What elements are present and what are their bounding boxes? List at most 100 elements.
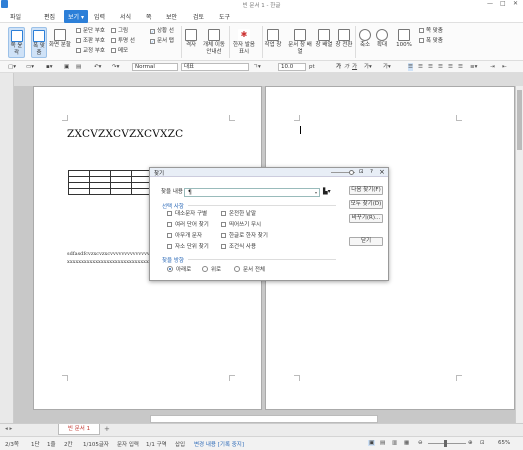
view-page-icon[interactable]: ▦ [404,440,409,446]
arrange-doc-windows-button[interactable]: 문서 창 배열 [286,27,314,58]
open-icon[interactable]: ▭▾ [26,63,34,71]
view-split-icon[interactable]: ▥ [392,440,397,446]
menu-insert[interactable]: 입력 [94,12,105,21]
scrollbar-thumb[interactable] [517,90,522,150]
menu-view[interactable]: 보기 ▾ [64,10,88,23]
minimize-button[interactable]: — [487,0,493,7]
italic-icon[interactable]: 가 [344,63,349,71]
find-all-button[interactable]: 모두 찾기(D) [349,200,383,209]
help-icon[interactable]: ? [370,169,373,175]
check-memo[interactable]: 메모 [111,48,128,55]
undo-icon[interactable]: ↶▾ [94,63,101,71]
menu-edit[interactable]: 편집 [44,12,55,21]
opacity-slider-handle[interactable] [349,170,354,175]
option-hanja-by-hangul[interactable]: 한글로 한자 찾기 [221,233,268,240]
font-size-input[interactable]: 10.0 [278,63,306,71]
table-cell[interactable] [110,188,132,195]
font-type-icon[interactable]: ㄱ▾ [253,63,261,71]
dropdown-icon[interactable]: ▾ [315,189,317,196]
arrange-windows-button[interactable]: 창 배열 [315,27,333,58]
option-wildcard[interactable]: 아무개 문자 [167,233,202,240]
check-transparent-lines[interactable]: 투명 선 [111,38,135,45]
menu-file[interactable]: 파일 [10,12,21,21]
zoom-slider[interactable] [428,443,466,444]
vertical-scrollbar[interactable] [515,86,523,423]
option-match-case[interactable]: 대소문자 구별 [167,211,207,218]
zoom-100-button[interactable]: 100% [395,27,413,58]
maximize-button[interactable]: □ [500,0,506,7]
print-icon[interactable]: ▣ [64,63,69,71]
view-web-icon[interactable]: ▤ [380,440,385,446]
align-center-icon[interactable]: ☰ [428,63,433,71]
menu-review[interactable]: 검토 [193,12,204,21]
option-ignore-spacing[interactable]: 띄어쓰기 무시 [221,222,261,229]
view-normal-icon[interactable]: ▣ [368,440,376,446]
direction-all-radio[interactable]: 문서 전체 [234,266,265,274]
tab-nav-icon[interactable]: ◂ ▸ [5,426,12,432]
split-align-icon[interactable]: ☰ [458,63,463,71]
add-tab-icon[interactable]: + [104,425,110,433]
option-jaso[interactable]: 자소 단위 찾기 [167,244,209,251]
font-color-icon[interactable]: 가▾ [364,63,372,71]
object-guide-button[interactable]: 개체 이동 안내선 [201,27,227,58]
table-cell[interactable] [68,188,90,195]
zoom-out-button[interactable]: 축소 [357,27,373,58]
fit-width-option[interactable]: 폭 맞춤 [419,38,443,45]
highlight-icon[interactable]: 가▾ [383,63,391,71]
font-select[interactable]: 대표 [181,63,249,71]
status-zoom[interactable]: 65% [498,440,510,446]
menu-format[interactable]: 서식 [120,12,131,21]
indent-icon[interactable]: ⇥ [490,63,495,71]
fit-width-button[interactable]: 폭 맞춤 [31,27,47,58]
check-status-line[interactable]: ✓ 상황 선 [150,28,174,35]
table-row[interactable] [68,188,153,195]
find-next-button[interactable]: 다음 찾기(F) [349,186,383,195]
status-insert[interactable]: 삽입 [175,440,185,448]
special-char-icon[interactable]: ▙▾ [323,188,331,195]
option-whole-word[interactable]: 온전한 낱말 [221,211,256,218]
options-icon[interactable]: ⊡ [359,169,364,175]
page-outline-button[interactable]: 쪽 윤곽 [8,27,25,58]
find-input[interactable]: ¶ ▾ [184,188,320,197]
menu-tools[interactable]: 도구 [219,12,230,21]
check-proof-marks[interactable]: 교정 부호 [76,48,105,55]
horizontal-scrollbar[interactable] [150,415,378,423]
option-multiple-words[interactable]: 여러 단어 찾기 [167,222,209,229]
line-spacing-icon[interactable]: ≡▾ [470,63,477,71]
status-track-changes[interactable]: 변경 내용 [기록 중지] [194,440,244,448]
bold-icon[interactable]: 가 [336,63,341,71]
grid-button[interactable]: 격자 [182,27,200,58]
replace-button[interactable]: 바꾸기(R)... [349,214,383,223]
close-window-button[interactable]: ✕ [513,0,518,7]
distribute-icon[interactable]: ☰ [448,63,453,71]
table-cell[interactable] [89,188,111,195]
zoom-fit-icon[interactable]: ⊡ [480,440,485,446]
outdent-icon[interactable]: ⇤ [502,63,507,71]
close-icon[interactable]: × [379,168,385,176]
fit-page-option[interactable]: 쪽 맞춤 [419,28,443,35]
document-tab[interactable]: 빈 문서 1 [58,424,100,435]
check-document-tabs[interactable]: ✓ 문서 탭 [150,38,174,45]
underline-icon[interactable]: 가 [352,63,357,71]
font-size-unit[interactable]: pt [309,63,315,71]
check-control-marks[interactable]: 조판 부호 [76,38,105,45]
split-view-button[interactable]: 화면 분할 [49,27,71,58]
preview-icon[interactable]: ▤ [76,63,81,71]
zoom-slider-handle[interactable] [444,440,447,447]
zoom-minus-icon[interactable]: ⊖ [418,440,423,446]
task-pane-button[interactable]: 작업 창 [264,27,282,58]
close-dialog-button[interactable]: 닫기 [349,237,383,246]
menu-security[interactable]: 보안 [166,12,177,21]
direction-up-radio[interactable]: 위로 [202,266,221,274]
check-paragraph-marks[interactable]: 문단 부호 [76,28,105,35]
zoom-plus-icon[interactable]: ⊕ [468,440,473,446]
direction-down-radio[interactable]: 아래로 [167,266,191,274]
new-doc-icon[interactable]: ▢▾ [8,63,16,71]
option-regex[interactable]: 조건식 사용 [221,244,256,251]
save-icon[interactable]: ▪▾ [46,63,53,71]
switch-window-button[interactable]: 창 전환 [335,27,353,58]
align-right-icon[interactable]: ☰ [438,63,443,71]
align-left-icon[interactable]: ☰ [418,63,423,71]
document-table[interactable] [68,170,153,195]
menu-page[interactable]: 쪽 [146,12,152,21]
